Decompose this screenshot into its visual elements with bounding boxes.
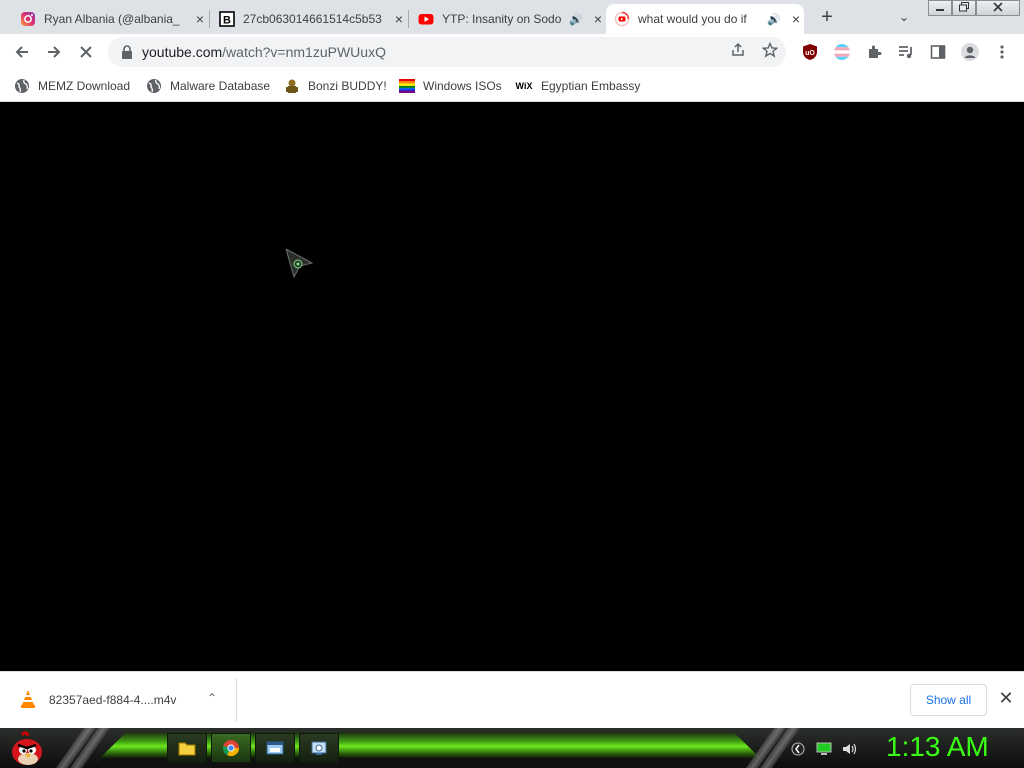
close-icon (993, 2, 1003, 12)
bookmark-malware-database[interactable]: Malware Database (146, 76, 270, 96)
youtube-icon (418, 11, 434, 27)
angry-bird-icon (12, 731, 42, 765)
speaker-icon[interactable]: 🔊 (766, 13, 782, 26)
stop-icon (80, 46, 92, 58)
tab-divider (209, 10, 210, 28)
bookmark-label: Bonzi BUDDY! (308, 79, 387, 93)
show-all-button[interactable]: Show all (910, 684, 987, 716)
chevron-up-icon[interactable]: ⌃ (204, 691, 220, 705)
network-icon[interactable] (814, 739, 834, 759)
menu-icon[interactable] (992, 42, 1012, 62)
close-icon[interactable]: × (391, 11, 407, 27)
download-shelf: 82357aed-f884-4....m4v ⌃ Show all ✕ (0, 671, 1024, 728)
control-panel-icon (311, 741, 327, 755)
taskbar-control-panel[interactable] (299, 733, 339, 763)
taskbar-file-explorer[interactable] (167, 733, 207, 763)
close-icon[interactable]: × (590, 11, 606, 27)
download-divider (236, 678, 237, 722)
url-path: /watch?v=nm1zuPWUuxQ (222, 44, 386, 60)
new-tab-button[interactable]: + (816, 6, 838, 28)
lock-icon[interactable] (120, 44, 134, 60)
vlc-icon (20, 690, 36, 708)
tab-title: what would you do if (638, 12, 747, 26)
tab-title: Ryan Albania (@albania_ (44, 12, 180, 26)
trans-flag-extension-icon[interactable] (832, 42, 852, 62)
url-text[interactable]: youtube.com/watch?v=nm1zuPWUuxQ (142, 44, 386, 60)
download-item[interactable]: 82357aed-f884-4....m4v ⌃ (0, 672, 236, 728)
speaker-icon[interactable]: 🔊 (568, 13, 584, 26)
start-button[interactable] (8, 731, 46, 767)
profile-avatar-icon[interactable] (960, 42, 980, 62)
star-icon[interactable] (760, 41, 780, 62)
rainbow-flag-icon (399, 78, 415, 94)
tab-search-button[interactable]: ⌄ (894, 7, 914, 27)
minimize-icon (936, 9, 944, 11)
volume-icon[interactable] (840, 739, 860, 759)
svg-text:uO: uO (805, 50, 815, 57)
bookmark-label: MEMZ Download (38, 79, 131, 93)
arrow-right-icon (48, 46, 61, 58)
arrow-left-icon (15, 46, 28, 58)
window-close-button[interactable] (976, 0, 1020, 16)
tab-hash[interactable]: B 27cb063014661514c5b53 × (211, 4, 407, 34)
globe-icon (14, 78, 30, 94)
close-download-shelf-button[interactable]: ✕ (996, 688, 1016, 708)
side-panel-icon[interactable] (928, 42, 948, 62)
window-app-icon (266, 741, 284, 755)
stop-loading-button[interactable] (72, 38, 100, 66)
restore-button[interactable] (952, 0, 976, 16)
taskbar-app-window[interactable] (255, 733, 295, 763)
share-icon[interactable] (728, 42, 748, 62)
tab-strip: Ryan Albania (@albania_ × B 27cb06301466… (0, 0, 1024, 34)
back-button[interactable] (8, 38, 36, 66)
globe-icon (146, 78, 162, 94)
bookmark-bonzi-buddy[interactable]: Bonzi BUDDY! (284, 76, 387, 96)
wix-icon: WiX (515, 81, 533, 91)
folder-icon (178, 742, 196, 756)
puzzle-icon[interactable] (864, 42, 884, 62)
bookmark-label: Egyptian Embassy (541, 79, 641, 93)
bookmark-egyptian-embassy[interactable]: WiX Egyptian Embassy (515, 76, 641, 96)
clock[interactable]: 1:13 AM (886, 731, 989, 763)
toolbar: youtube.com/watch?v=nm1zuPWUuxQ uO (0, 34, 1024, 70)
page-content[interactable] (0, 103, 1024, 670)
b-logo-icon: B (219, 11, 235, 27)
media-control-icon[interactable] (896, 42, 916, 62)
taskbar: 1:13 AM (0, 728, 1024, 768)
chrome-icon (222, 740, 240, 757)
bookmarks-bar: MEMZ Download Malware Database Bonzi BUD… (0, 70, 1024, 102)
ublock-icon[interactable]: uO (800, 42, 820, 62)
instagram-icon (20, 11, 36, 27)
tab-instagram[interactable]: Ryan Albania (@albania_ × (12, 4, 208, 34)
bookmark-windows-isos[interactable]: Windows ISOs (399, 76, 502, 96)
svg-text:B: B (223, 15, 231, 27)
forward-button[interactable] (40, 38, 68, 66)
tab-title: YTP: Insanity on Sodo (442, 12, 562, 26)
tab-active[interactable]: what would you do if 🔊 × (606, 4, 804, 34)
close-icon[interactable]: × (788, 11, 804, 27)
address-bar[interactable]: youtube.com/watch?v=nm1zuPWUuxQ (108, 37, 786, 67)
bonzi-icon (284, 78, 300, 94)
url-host: youtube.com (142, 44, 223, 60)
tab-ytp[interactable]: YTP: Insanity on Sodo 🔊 × (410, 4, 606, 34)
shield-icon[interactable] (788, 739, 808, 759)
youtube-loading-icon (614, 11, 630, 27)
close-icon[interactable]: × (192, 11, 208, 27)
minimize-button[interactable] (928, 0, 952, 16)
tab-title: 27cb063014661514c5b53 (243, 12, 382, 26)
bookmark-label: Windows ISOs (423, 79, 502, 93)
cursor-icon (285, 249, 314, 279)
bookmark-memz[interactable]: MEMZ Download (14, 76, 130, 96)
download-filename: 82357aed-f884-4....m4v (49, 693, 177, 707)
tab-divider (408, 10, 409, 28)
bookmark-label: Malware Database (170, 79, 271, 93)
system-tray (788, 738, 866, 760)
taskbar-chrome[interactable] (211, 733, 251, 763)
restore-icon (959, 2, 969, 12)
